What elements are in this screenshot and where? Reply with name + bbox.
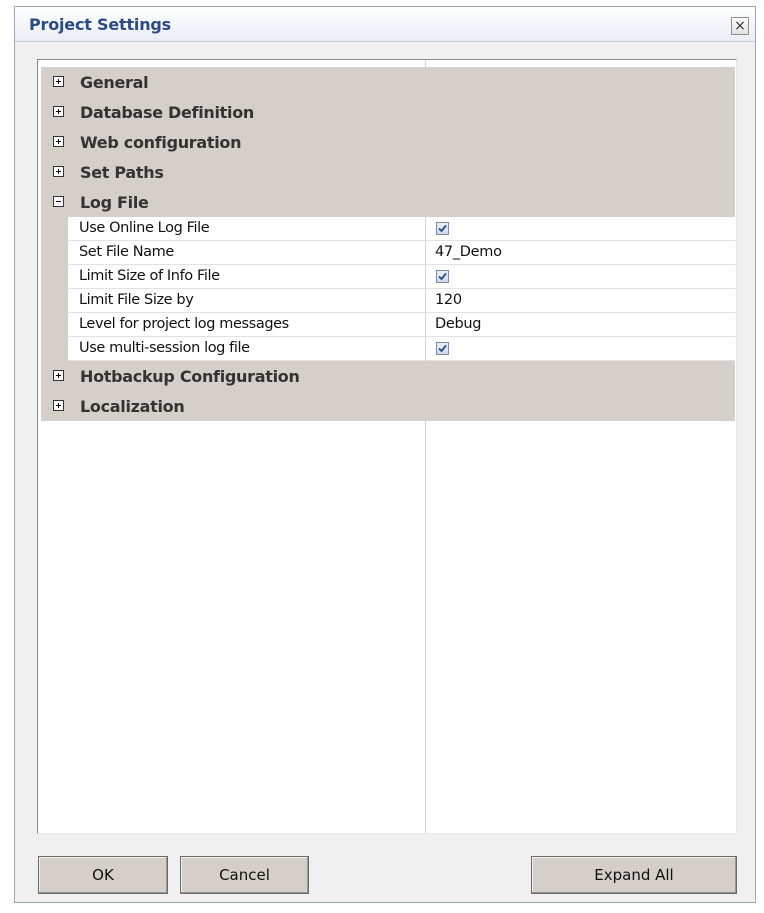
expand-all-button[interactable]: Expand All [531,856,737,894]
project-settings-dialog: Project Settings × General Database Defi… [14,6,756,903]
property-name[interactable]: Limit Size of Info File [68,265,425,289]
category-label: Set Paths [80,163,164,182]
category-web-configuration[interactable]: Web configuration [41,127,735,157]
category-label: General [80,73,149,92]
category-label: Localization [80,397,185,416]
expand-icon[interactable] [53,166,64,177]
log-level-value[interactable]: Debug [426,313,735,337]
property-row: Level for project log messages Debug [41,313,735,337]
property-row: Use Online Log File [41,217,735,241]
row-gutter [41,289,68,313]
category-label: Web configuration [80,133,242,152]
expand-icon[interactable] [53,76,64,87]
row-gutter [41,265,68,289]
category-hotbackup-configuration[interactable]: Hotbackup Configuration [41,361,735,391]
close-icon: × [734,18,746,34]
ok-button[interactable]: OK [38,856,168,894]
expand-icon[interactable] [53,400,64,411]
expand-icon[interactable] [53,106,64,117]
property-name[interactable]: Use multi-session log file [68,337,425,361]
property-name[interactable]: Set File Name [68,241,425,265]
checkmark-icon [438,224,447,233]
close-button[interactable]: × [731,17,749,35]
property-grid: General Database Definition Web configur… [37,59,737,834]
property-row: Set File Name 47_Demo [41,241,735,265]
property-name[interactable]: Level for project log messages [68,313,425,337]
category-set-paths[interactable]: Set Paths [41,157,735,187]
row-gutter [41,217,68,241]
checkmark-icon [438,344,447,353]
property-row: Limit File Size by 120 [41,289,735,313]
dialog-title: Project Settings [29,15,171,34]
category-label: Database Definition [80,103,254,122]
limit-size-info-file-checkbox[interactable] [436,270,449,283]
row-gutter [41,241,68,265]
property-name[interactable]: Limit File Size by [68,289,425,313]
expand-icon[interactable] [53,370,64,381]
property-name[interactable]: Use Online Log File [68,217,425,241]
checkmark-icon [438,272,447,281]
category-log-file[interactable]: Log File [41,187,735,217]
title-bar[interactable]: Project Settings × [15,7,755,42]
property-value[interactable] [426,217,735,241]
property-row: Use multi-session log file [41,337,735,361]
category-localization[interactable]: Localization [41,391,735,421]
property-value[interactable] [426,265,735,289]
property-row: Limit Size of Info File [41,265,735,289]
limit-file-size-value[interactable]: 120 [426,289,735,313]
category-label: Log File [80,193,149,212]
expand-icon[interactable] [53,136,64,147]
row-gutter [41,313,68,337]
use-online-log-file-checkbox[interactable] [436,222,449,235]
cancel-button[interactable]: Cancel [180,856,309,894]
property-value[interactable] [426,337,735,361]
collapse-icon[interactable] [53,196,64,207]
category-label: Hotbackup Configuration [80,367,300,386]
category-database-definition[interactable]: Database Definition [41,97,735,127]
category-general[interactable]: General [41,67,735,97]
multi-session-log-checkbox[interactable] [436,342,449,355]
file-name-value[interactable]: 47_Demo [426,241,735,265]
row-gutter [41,337,68,361]
